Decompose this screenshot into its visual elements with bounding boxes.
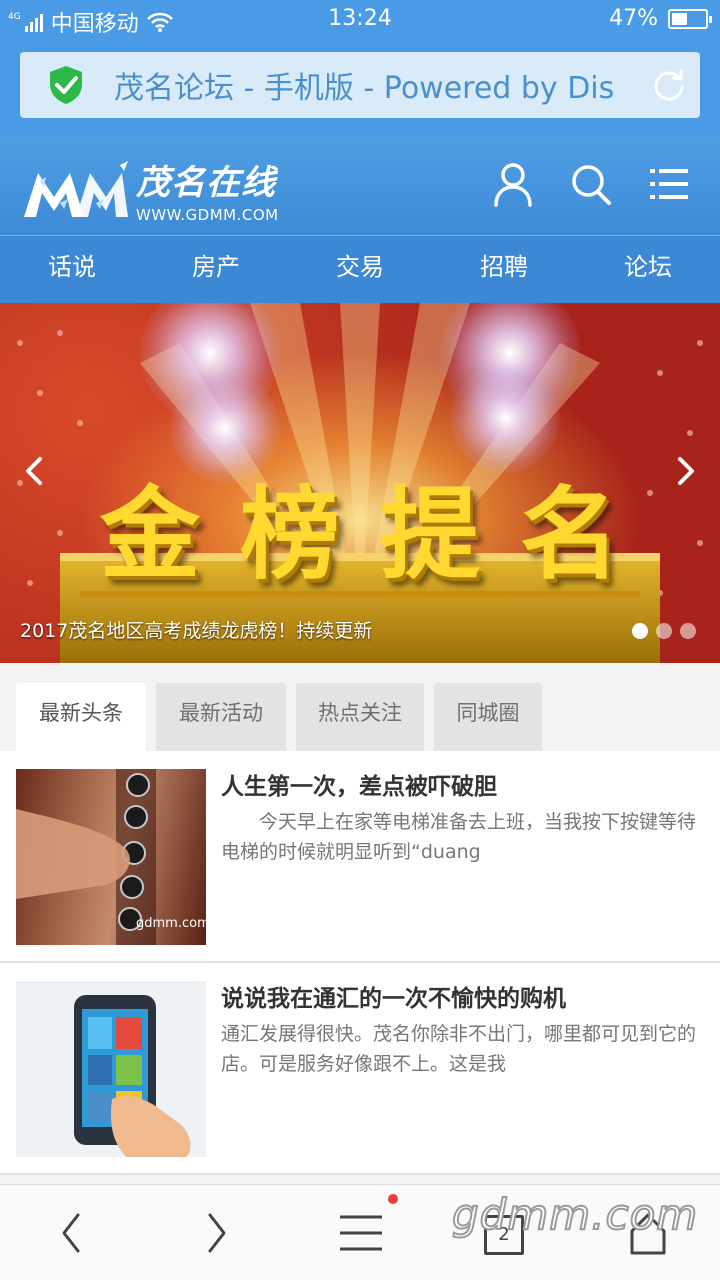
headline-char: 金 (100, 475, 200, 593)
tab-latest-events[interactable]: 最新活动 (156, 683, 286, 751)
nav-item-property[interactable]: 房产 (144, 236, 288, 303)
page-title[interactable]: 茂名论坛 - 手机版 - Powered by Dis (114, 63, 634, 107)
carousel-dot[interactable] (656, 623, 672, 639)
banner-carousel[interactable]: 金 榜 提 名 2017茂名地区高考成绩龙虎榜！持续更新 (0, 303, 720, 663)
battery-percent: 47% (609, 6, 658, 31)
nav-item-jobs[interactable]: 招聘 (432, 236, 576, 303)
thumbnail-watermark: gdmm.com (136, 916, 206, 931)
news-list: gdmm.com 人生第一次，差点被吓破胆 今天早上在家等电梯准备去上班，当我按… (0, 751, 720, 1175)
user-icon[interactable] (492, 161, 534, 207)
menu-icon[interactable] (338, 1211, 384, 1255)
notification-dot (388, 1194, 398, 1204)
headline-char: 榜 (240, 475, 340, 593)
news-summary: 通汇发展得很快。茂名你除非不出门，哪里都可见到它的店。可是服务好像跟不上。这是我 (221, 1023, 697, 1075)
phone-in-hand-image (74, 995, 191, 1157)
logo-mark-icon (24, 160, 128, 217)
forward-icon[interactable] (200, 1211, 234, 1255)
site-watermark: gdmm.com (451, 1189, 699, 1240)
back-icon[interactable] (54, 1211, 88, 1255)
nav-item-forum[interactable]: 论坛 (576, 236, 720, 303)
main-nav: 话说 房产 交易 招聘 论坛 (0, 235, 720, 303)
carousel-dot[interactable] (632, 623, 648, 639)
status-bar: 4G 中国移动 13:24 47% (0, 0, 720, 38)
tab-local-circle[interactable]: 同城圈 (434, 683, 542, 751)
headline-char: 提 (380, 475, 480, 593)
browser-toolbar: 茂名论坛 - 手机版 - Powered by Dis (0, 38, 720, 135)
logo-chinese-name: 茂名在线 (136, 163, 276, 203)
carousel-dots[interactable] (632, 623, 696, 639)
address-bar[interactable]: 茂名论坛 - 手机版 - Powered by Dis (20, 52, 700, 118)
search-icon[interactable] (570, 161, 612, 207)
battery-icon (668, 8, 712, 29)
elevator-buttons-image: gdmm.com (16, 769, 206, 945)
headline-char: 名 (520, 475, 620, 593)
reload-icon[interactable] (652, 68, 686, 102)
banner-headline: 金 榜 提 名 (100, 453, 620, 598)
content-tabs: 最新头条 最新活动 热点关注 同城圈 (0, 663, 720, 751)
list-item[interactable]: 说说我在通汇的一次不愉快的购机 通汇发展得很快。茂名你除非不出门，哪里都可见到它… (0, 963, 720, 1175)
list-item[interactable]: gdmm.com 人生第一次，差点被吓破胆 今天早上在家等电梯准备去上班，当我按… (0, 751, 720, 963)
news-thumbnail[interactable]: gdmm.com (16, 769, 206, 945)
secure-shield-icon (50, 66, 82, 104)
carousel-dot[interactable] (680, 623, 696, 639)
nav-item-trade[interactable]: 交易 (288, 236, 432, 303)
site-header: 茂名在线 WWW.GDMM.COM (0, 135, 720, 235)
news-thumbnail[interactable] (16, 981, 206, 1157)
nav-item-talk[interactable]: 话说 (0, 236, 144, 303)
tab-hot-topics[interactable]: 热点关注 (296, 683, 424, 751)
site-logo[interactable]: 茂名在线 WWW.GDMM.COM (20, 155, 279, 224)
news-title[interactable]: 说说我在通汇的一次不愉快的购机 (221, 979, 566, 1013)
banner-caption[interactable]: 2017茂名地区高考成绩龙虎榜！持续更新 (20, 616, 372, 643)
chevron-right-icon[interactable] (666, 451, 706, 491)
news-summary: 今天早上在家等电梯准备去上班，当我按下按键等待电梯的时候就明显听到“duang (221, 811, 697, 863)
news-title[interactable]: 人生第一次，差点被吓破胆 (221, 767, 497, 801)
logo-url: WWW.GDMM.COM (136, 206, 279, 224)
chevron-left-icon[interactable] (14, 451, 54, 491)
tab-latest-headlines[interactable]: 最新头条 (16, 683, 146, 751)
menu-icon[interactable] (648, 161, 690, 207)
